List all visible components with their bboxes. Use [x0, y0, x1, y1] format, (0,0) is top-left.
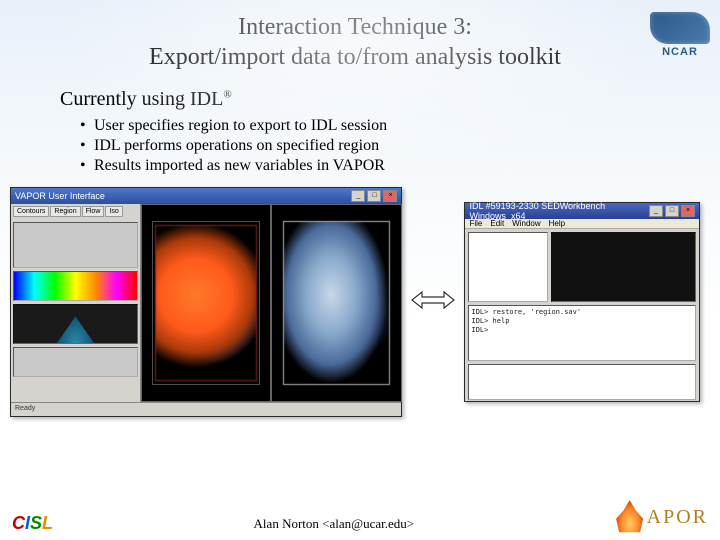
ncar-logo: NCAR — [650, 12, 710, 58]
bullet-list: User specifies region to export to IDL s… — [80, 117, 720, 175]
close-icon[interactable]: × — [383, 190, 397, 202]
maximize-icon[interactable]: □ — [665, 205, 679, 217]
flame-icon — [615, 500, 645, 534]
bullet-item: User specifies region to export to IDL s… — [80, 117, 720, 135]
console-line: IDL> help — [471, 317, 693, 326]
colormap-editor[interactable] — [13, 271, 138, 301]
close-icon[interactable]: × — [681, 205, 695, 217]
console-line: IDL> restore, 'region.sav' — [471, 308, 693, 317]
vapor-sidebar: Contours Region Flow Iso — [11, 204, 141, 402]
maximize-icon[interactable]: □ — [367, 190, 381, 202]
ncar-text: NCAR — [650, 46, 710, 58]
vapor-statusbar: Ready — [11, 402, 401, 416]
menu-file[interactable]: File — [469, 219, 482, 228]
title-block: Interaction Technique 3: Export/import d… — [10, 12, 650, 72]
viewport-right[interactable] — [271, 204, 401, 402]
idl-project-tree[interactable] — [468, 232, 548, 302]
slide-footer: CISL Alan Norton <alan@ucar.edu> APOR — [0, 500, 720, 534]
cisl-logo: CISL — [12, 513, 53, 534]
console-line: IDL> — [471, 326, 693, 335]
idl-titlebar: IDL #59193-2330 SEDWorkbench Windows_x64… — [465, 203, 699, 219]
idl-menubar: File Edit Window Help — [465, 219, 699, 229]
author-line: Alan Norton <alan@ucar.edu> — [53, 516, 615, 534]
tab-iso[interactable]: Iso — [105, 206, 122, 217]
vapor-title: VAPOR User Interface — [15, 191, 105, 201]
vapor-titlebar: VAPOR User Interface _ □ × — [11, 188, 401, 204]
vapor-tabs: Contours Region Flow Iso — [13, 206, 138, 217]
ncar-icon — [650, 12, 710, 44]
idl-app-window: IDL #59193-2330 SEDWorkbench Windows_x64… — [464, 202, 700, 402]
menu-help[interactable]: Help — [549, 219, 565, 228]
idl-plot-area — [551, 232, 696, 302]
bullet-item: IDL performs operations on specified reg… — [80, 137, 720, 155]
bidirectional-arrow-icon — [410, 286, 456, 319]
histogram-panel — [13, 304, 138, 344]
slide-header: Interaction Technique 3: Export/import d… — [0, 0, 720, 78]
subheading: Currently using IDL® — [60, 88, 720, 111]
tab-flow[interactable]: Flow — [82, 206, 105, 217]
vapor-logo-text: APOR — [647, 506, 708, 529]
idl-console[interactable]: IDL> restore, 'region.sav' IDL> help IDL… — [468, 305, 696, 361]
bullet-item: Results imported as new variables in VAP… — [80, 157, 720, 175]
viewport-left[interactable] — [141, 204, 271, 402]
title-line-1: Interaction Technique 3: — [60, 12, 650, 42]
vapor-app-window: VAPOR User Interface _ □ × Contours Regi… — [10, 187, 402, 417]
tab-contours[interactable]: Contours — [13, 206, 49, 217]
tab-region[interactable]: Region — [50, 206, 80, 217]
thumbnail-panel — [13, 347, 138, 377]
idl-variable-list[interactable] — [468, 364, 696, 400]
menu-edit[interactable]: Edit — [490, 219, 504, 228]
subheading-text: Currently using IDL — [60, 88, 223, 110]
title-line-2: Export/import data to/from analysis tool… — [60, 42, 650, 72]
registered-mark: ® — [223, 88, 231, 100]
vapor-logo: APOR — [615, 500, 708, 534]
minimize-icon[interactable]: _ — [649, 205, 663, 217]
idl-title: IDL #59193-2330 SEDWorkbench Windows_x64 — [469, 201, 649, 221]
vapor-viewports — [141, 204, 401, 402]
controls-panel — [13, 222, 138, 268]
menu-window[interactable]: Window — [512, 219, 540, 228]
visuals-row: VAPOR User Interface _ □ × Contours Regi… — [0, 187, 720, 417]
minimize-icon[interactable]: _ — [351, 190, 365, 202]
